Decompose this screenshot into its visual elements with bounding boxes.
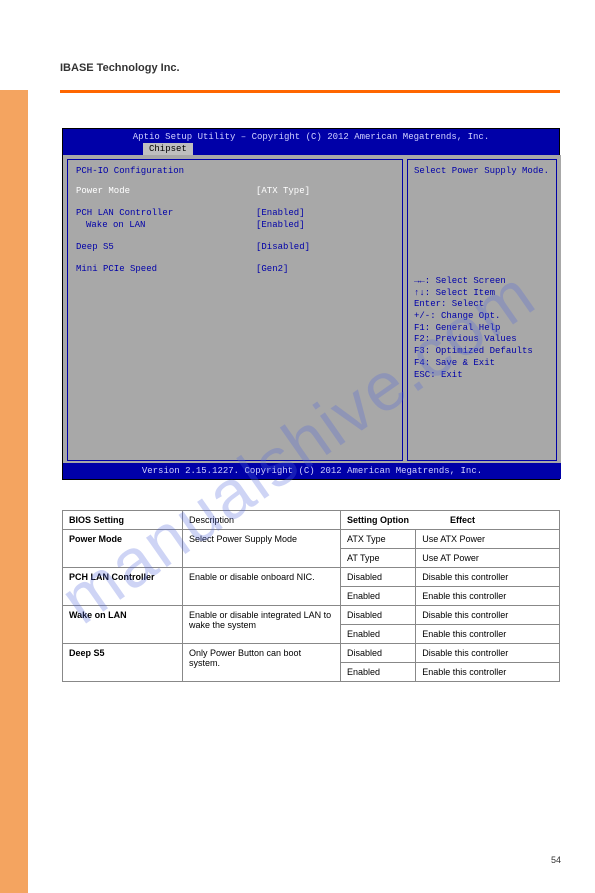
bios-section-label: PCH-IO Configuration [76,166,394,176]
td: Enabled [341,625,416,644]
bios-key-hint: +/-: Change Opt. [414,311,550,323]
bios-title: Aptio Setup Utility – Copyright (C) 2012… [63,129,559,143]
td: Enabled [341,587,416,606]
td: Enable this controller [416,625,560,644]
bios-row-deep-s5[interactable]: Deep S5 [Disabled] [76,242,394,252]
td: Power Mode [63,530,183,568]
td: ATX Type [341,530,416,549]
table-header-row: BIOS Setting Description Setting Option … [63,511,560,530]
bios-keys: →←: Select Screen ↑↓: Select Item Enter:… [414,276,550,381]
bios-key-hint: →←: Select Screen [414,276,550,288]
bios-key-hint: F1: General Help [414,323,550,335]
td: Wake on LAN [63,606,183,644]
td: Enabled [341,663,416,682]
page-heading: IBASE Technology Inc. [60,62,180,74]
bios-row-pch-lan[interactable]: PCH LAN Controller [Enabled] [76,208,394,218]
bios-setup-window: Aptio Setup Utility – Copyright (C) 2012… [62,128,560,480]
bios-label: Power Mode [76,186,256,196]
sidebar-accent [0,90,28,893]
th: Description [183,511,341,530]
td: Use AT Power [416,549,560,568]
td: Disabled [341,568,416,587]
bios-value: [Enabled] [256,208,305,218]
table-row: PCH LAN Controller Enable or disable onb… [63,568,560,587]
bios-key-hint: F4: Save & Exit [414,358,550,370]
bios-value: [Disabled] [256,242,310,252]
th: Effect [450,515,553,525]
bios-right-panel: Select Power Supply Mode. →←: Select Scr… [407,159,557,461]
table-row: Wake on LAN Enable or disable integrated… [63,606,560,625]
config-table: BIOS Setting Description Setting Option … [62,510,560,682]
bios-key-hint: F3: Optimized Defaults [414,346,550,358]
bios-body: PCH-IO Configuration Power Mode [ATX Typ… [63,155,561,465]
td: Use ATX Power [416,530,560,549]
bios-help-text: Select Power Supply Mode. [414,166,550,176]
th: BIOS Setting [63,511,183,530]
bios-key-hint: ESC: Exit [414,370,550,382]
td: Disabled [341,644,416,663]
bios-tab-chipset[interactable]: Chipset [143,143,193,155]
bios-value: [Gen2] [256,264,288,274]
td: Enable this controller [416,663,560,682]
th: Setting Option [347,515,450,525]
bios-value: [ATX Type] [256,186,310,196]
td: Disabled [341,606,416,625]
page-number: 54 [551,855,561,865]
td: Disable this controller [416,606,560,625]
bios-footer: Version 2.15.1227. Copyright (C) 2012 Am… [63,463,561,479]
td: Enable this controller [416,587,560,606]
bios-label: Deep S5 [76,242,256,252]
bios-label: Wake on LAN [76,220,256,230]
bios-value: [Enabled] [256,220,305,230]
td: Deep S5 [63,644,183,682]
td: Only Power Button can boot system. [183,644,341,682]
header-rule [60,90,560,93]
bios-row-mini-pcie[interactable]: Mini PCIe Speed [Gen2] [76,264,394,274]
bios-row-power-mode[interactable]: Power Mode [ATX Type] [76,186,394,196]
td: Enable or disable integrated LAN to wake… [183,606,341,644]
td: Disable this controller [416,568,560,587]
td: PCH LAN Controller [63,568,183,606]
bios-key-hint: F2: Previous Values [414,334,550,346]
td: AT Type [341,549,416,568]
bios-left-panel: PCH-IO Configuration Power Mode [ATX Typ… [67,159,403,461]
bios-key-hint: Enter: Select [414,299,550,311]
bios-key-hint: ↑↓: Select Item [414,288,550,300]
bios-label: PCH LAN Controller [76,208,256,218]
table-row: Deep S5 Only Power Button can boot syste… [63,644,560,663]
td: Select Power Supply Mode [183,530,341,568]
bios-row-wol[interactable]: Wake on LAN [Enabled] [76,220,394,230]
bios-label: Mini PCIe Speed [76,264,256,274]
td: Enable or disable onboard NIC. [183,568,341,606]
table-row: Power Mode Select Power Supply Mode ATX … [63,530,560,549]
td: Disable this controller [416,644,560,663]
